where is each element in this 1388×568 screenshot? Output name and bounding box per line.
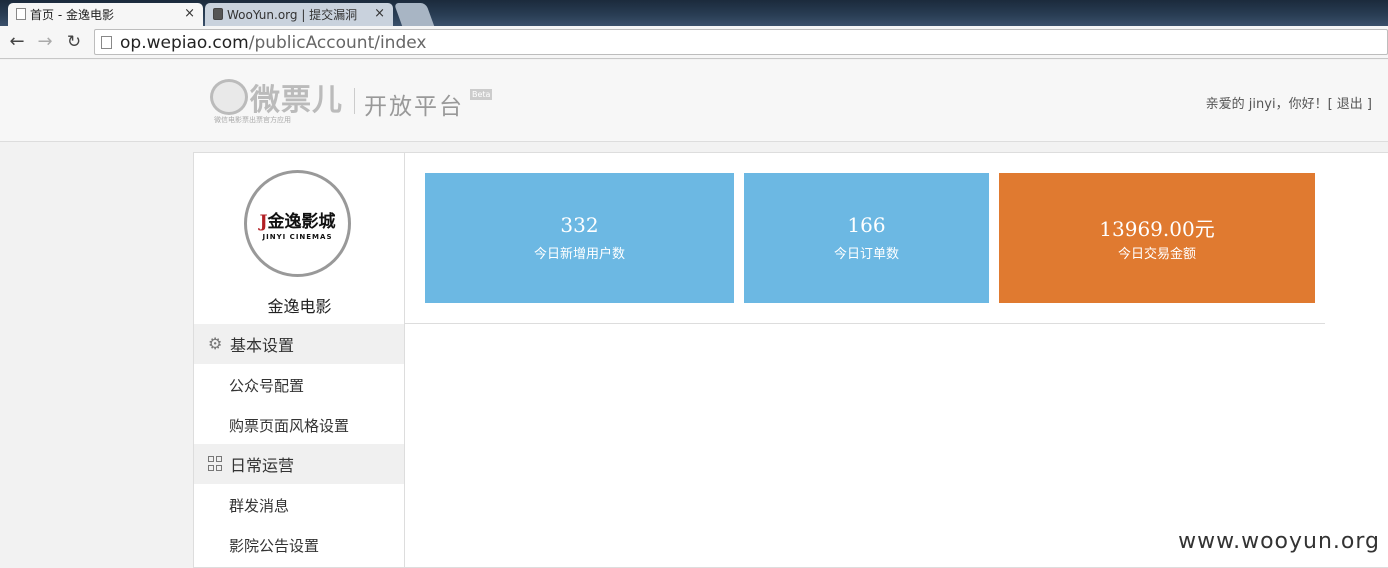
user-greeting: 亲爱的 jinyi，你好！[ 退出 ] <box>1206 93 1372 112</box>
logo-text: 微票儿 <box>250 83 343 118</box>
tab-title: WooYun.org | 提交漏洞 <box>227 8 358 22</box>
stat-label: 今日交易金额 <box>1117 247 1196 262</box>
grid-icon <box>208 456 224 472</box>
cinema-logo-mark: J金逸影城 <box>259 211 336 232</box>
tab-home[interactable]: 首页 - 金逸电影 × <box>8 3 203 26</box>
stat-revenue: 13969.00元 今日交易金额 <box>999 173 1315 303</box>
header-divider <box>354 88 355 114</box>
menu-item-mass-message[interactable]: 群发消息 <box>229 495 289 516</box>
gear-icon: ⚙ <box>208 334 223 353</box>
sidebar: J金逸影城 JINYI CINEMAS 金逸电影 ⚙ 基本设置 公众号配置 购票… <box>194 153 405 568</box>
page-favicon-icon <box>16 8 26 20</box>
greeting-text: 亲爱的 jinyi，你好！ <box>1205 97 1328 112</box>
stat-new-users: 332 今日新增用户数 <box>425 173 734 303</box>
tab-wooyun[interactable]: WooYun.org | 提交漏洞 × <box>205 3 393 26</box>
menu-group-label: 基本设置 <box>230 336 295 355</box>
url-text[interactable]: op.wepiao.com/publicAccount/index <box>120 33 426 53</box>
menu-item-cinema-notice[interactable]: 影院公告设置 <box>229 535 319 556</box>
menu-group-basic-settings[interactable]: ⚙ 基本设置 <box>194 324 404 364</box>
cinema-logo-text: 金逸影城 <box>267 211 336 232</box>
watermark: www.wooyun.org <box>1178 529 1380 554</box>
platform-title: 开放平台 <box>364 94 464 120</box>
menu-item-account-config[interactable]: 公众号配置 <box>229 375 304 396</box>
stat-label: 今日订单数 <box>833 247 899 262</box>
menu-group-label: 日常运营 <box>230 456 295 475</box>
wooyun-favicon-icon <box>213 8 223 20</box>
stat-value: 166 <box>847 213 886 237</box>
menu-item-ticket-page-style[interactable]: 购票页面风格设置 <box>229 415 349 436</box>
stat-label: 今日新增用户数 <box>533 247 625 262</box>
tab-title: 首页 - 金逸电影 <box>30 8 114 22</box>
logout-link[interactable]: [ 退出 ] <box>1328 97 1372 112</box>
forward-arrow-icon[interactable]: → <box>33 30 57 54</box>
browser-toolbar: ← → ↻ op.wepiao.com/publicAccount/index <box>0 26 1388 59</box>
beta-badge: Beta <box>470 89 493 100</box>
cinema-logo: J金逸影城 JINYI CINEMAS <box>244 170 351 277</box>
menu-group-daily-operations[interactable]: 日常运营 <box>194 444 404 484</box>
stat-orders: 166 今日订单数 <box>744 173 989 303</box>
new-tab-button[interactable] <box>393 3 435 26</box>
back-arrow-icon[interactable]: ← <box>5 30 29 54</box>
browser-tab-bar: 首页 - 金逸电影 × WooYun.org | 提交漏洞 × <box>0 0 1388 26</box>
main-panel: J金逸影城 JINYI CINEMAS 金逸电影 ⚙ 基本设置 公众号配置 购票… <box>193 152 1388 568</box>
cinema-name: 金逸电影 <box>267 297 332 316</box>
wepiao-logo[interactable]: 微票儿 微信电影票出票官方应用 <box>210 75 350 125</box>
page-icon <box>101 36 112 49</box>
url-path: /publicAccount/index <box>248 33 427 53</box>
stats-area: 332 今日新增用户数 166 今日订单数 13969.00元 今日交易金额 <box>405 153 1325 324</box>
close-tab-icon[interactable]: × <box>184 6 195 21</box>
stat-value: 13969.00元 <box>1099 217 1215 241</box>
logo-subtitle: 微信电影票出票官方应用 <box>214 116 291 124</box>
stat-value: 332 <box>560 213 599 237</box>
url-host: op.wepiao.com <box>120 33 249 53</box>
cinema-logo-en: JINYI CINEMAS <box>262 232 333 241</box>
close-tab-icon[interactable]: × <box>374 6 385 21</box>
address-bar[interactable]: op.wepiao.com/publicAccount/index <box>94 29 1388 55</box>
reload-icon[interactable]: ↻ <box>62 30 86 54</box>
mascot-icon <box>210 79 248 115</box>
site-header: 微票儿 微信电影票出票官方应用 开放平台 Beta 亲爱的 jinyi，你好！[… <box>0 60 1388 142</box>
